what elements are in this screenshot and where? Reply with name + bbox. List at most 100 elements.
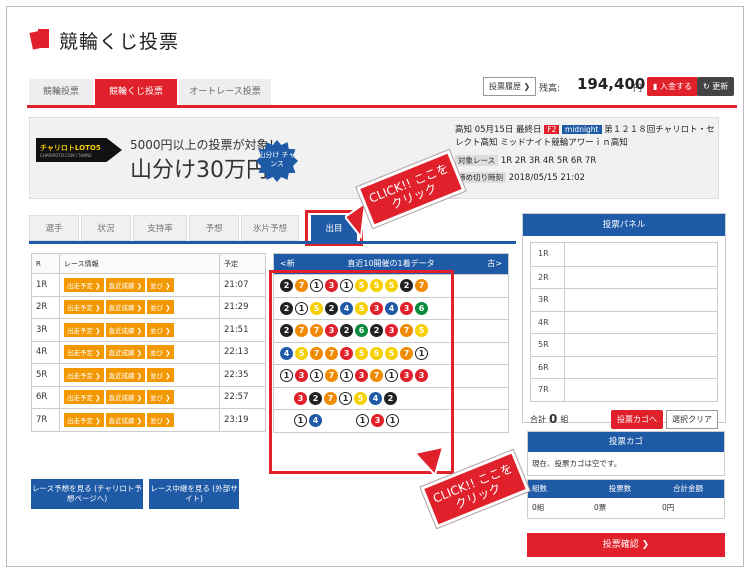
venue-date: 高知 05月15日 最終日	[455, 125, 542, 135]
clear-button[interactable]: 選択クリア	[666, 409, 718, 429]
race-action-button[interactable]: 出走予定 ❯	[64, 367, 104, 382]
tab-autorace[interactable]: オートレース投票	[179, 79, 271, 105]
race-action-button[interactable]: 出走予定 ❯	[64, 390, 104, 405]
total-label: 合計	[530, 414, 546, 424]
ticket-logo-icon	[29, 29, 49, 50]
race-number: 5R	[31, 363, 60, 387]
race-actions: 出走予定 ❯ 直近成績 ❯ 並び ❯	[59, 385, 220, 409]
race-action-button[interactable]: 直近成績 ❯	[105, 345, 146, 360]
refresh-label: 更新	[712, 82, 729, 91]
race-action-button[interactable]: 出走予定 ❯	[64, 300, 104, 315]
tab-keirin[interactable]: 競輪投票	[29, 79, 93, 105]
race-action-button[interactable]: 並び ❯	[147, 277, 174, 292]
col-votes: 投票数	[608, 484, 632, 493]
race-time: 22:13	[219, 340, 266, 364]
vote-panel-race: 6R	[531, 356, 565, 378]
vote-panel-race: 2R	[531, 266, 565, 288]
race-action-button[interactable]: 出走予定 ❯	[64, 322, 104, 337]
older-link[interactable]: 古>	[487, 254, 502, 274]
vote-slot[interactable]	[565, 267, 717, 289]
vote-slot[interactable]	[565, 243, 717, 266]
vote-panel-title: 投票パネル	[523, 214, 725, 236]
vote-panel: 投票パネル 1R 2R 3R 4R 5R 6R 7R 合計 0 組 投票カゴへ 選択クリア	[522, 213, 726, 429]
race-action-button[interactable]: 出走予定 ❯	[64, 412, 104, 427]
subtab-support[interactable]: 支持率	[133, 215, 187, 241]
page-title: 競輪くじ投票	[59, 31, 180, 53]
table-row: 3R 出走予定 ❯ 直近成績 ❯ 並び ❯ 21:51	[31, 318, 266, 342]
wallet-icon: ▮	[653, 82, 658, 91]
highlight-box-results	[269, 270, 454, 474]
race-number: 4R	[31, 340, 60, 364]
forecast-link-button[interactable]: レース予想を見る (チャリロト予想ページへ)	[31, 479, 143, 509]
vote-slot[interactable]	[565, 379, 717, 401]
race-action-button[interactable]: 直近成績 ❯	[105, 322, 146, 337]
vote-slot[interactable]	[565, 334, 717, 356]
race-time: 23:19	[219, 408, 266, 432]
confirm-button[interactable]: 投票確認 ❯	[527, 533, 725, 557]
table-row: 6R 出走予定 ❯ 直近成績 ❯ 並び ❯ 22:57	[31, 385, 266, 409]
vote-slot[interactable]	[565, 357, 717, 379]
subtab-hyohen[interactable]: 氷片予想	[241, 215, 299, 241]
race-number: 6R	[31, 385, 60, 409]
tab-underline	[27, 105, 737, 108]
race-action-button[interactable]: 直近成績 ❯	[105, 412, 146, 427]
vote-panel-row[interactable]: 2R	[531, 265, 717, 289]
race-action-button[interactable]: 並び ❯	[147, 322, 174, 337]
vote-panel-row[interactable]: 7R	[531, 378, 717, 401]
vote-panel-row[interactable]: 1R	[531, 243, 717, 266]
tab-keirin-kuji[interactable]: 競輪くじ投票	[95, 79, 177, 105]
live-link-button[interactable]: レース中継を見る (外部サイト)	[149, 479, 239, 509]
refresh-button[interactable]: ↻ 更新	[697, 77, 735, 96]
race-action-button[interactable]: 並び ❯	[147, 412, 174, 427]
subtab-status[interactable]: 状況	[81, 215, 131, 241]
vote-slot[interactable]	[565, 312, 717, 334]
race-action-button[interactable]: 並び ❯	[147, 345, 174, 360]
vote-panel-row[interactable]: 5R	[531, 333, 717, 356]
race-number: 1R	[31, 273, 60, 297]
race-action-button[interactable]: 並び ❯	[147, 300, 174, 315]
race-actions: 出走予定 ❯ 直近成績 ❯ 並び ❯	[59, 318, 220, 342]
race-action-button[interactable]: 直近成績 ❯	[105, 277, 146, 292]
race-actions: 出走予定 ❯ 直近成績 ❯ 並び ❯	[59, 273, 220, 297]
subtab-players[interactable]: 選手	[29, 215, 79, 241]
race-table: R レース情報 予定 1R 出走予定 ❯ 直近成績 ❯ 並び ❯ 21:07 2R 出走予定…	[31, 253, 266, 432]
vote-panel-race: 3R	[531, 289, 565, 311]
race-time: 22:57	[219, 385, 266, 409]
total-unit: 組	[560, 414, 569, 424]
race-action-button[interactable]: 直近成績 ❯	[105, 367, 146, 382]
window-frame: 競輪くじ投票 競輪投票 競輪くじ投票 オートレース投票 投票履歴 ❯ 残高: 1…	[6, 6, 744, 567]
vote-panel-row[interactable]: 3R	[531, 288, 717, 311]
subtab-underline	[29, 241, 516, 244]
race-actions: 出走予定 ❯ 直近成績 ❯ 並び ❯	[59, 340, 220, 364]
race-number: 2R	[31, 295, 60, 319]
cart-empty-text: 現在、投票カゴは空です。	[532, 459, 622, 468]
arrow-icon	[345, 203, 365, 240]
subtab-forecast[interactable]: 予想	[189, 215, 239, 241]
amount-value: 0円	[662, 503, 675, 512]
col-r: R	[31, 253, 60, 274]
vote-panel-row[interactable]: 6R	[531, 355, 717, 379]
vote-slot[interactable]	[565, 289, 717, 311]
vote-panel-race: 5R	[531, 334, 565, 356]
table-header: R レース情報 予定	[31, 253, 266, 274]
total-value: 0	[549, 412, 558, 426]
deposit-button[interactable]: ▮ 入金する	[647, 77, 698, 96]
race-time: 21:07	[219, 273, 266, 297]
vote-panel-row[interactable]: 4R	[531, 310, 717, 334]
table-row: 2R 出走予定 ❯ 直近成績 ❯ 並び ❯ 21:29	[31, 295, 266, 319]
race-action-button[interactable]: 並び ❯	[147, 367, 174, 382]
race-action-button[interactable]: 直近成績 ❯	[105, 300, 146, 315]
to-cart-button[interactable]: 投票カゴへ	[611, 409, 663, 429]
race-action-button[interactable]: 並び ❯	[147, 390, 174, 405]
history-button[interactable]: 投票履歴 ❯	[483, 77, 537, 96]
table-row: 4R 出走予定 ❯ 直近成績 ❯ 並び ❯ 22:13	[31, 340, 266, 364]
race-time: 21:29	[219, 295, 266, 319]
race-action-button[interactable]: 出走予定 ❯	[64, 277, 104, 292]
race-action-button[interactable]: 出走予定 ❯	[64, 345, 104, 360]
race-actions: 出走予定 ❯ 直近成績 ❯ 並び ❯	[59, 408, 220, 432]
midnight-tag: midnight	[562, 125, 602, 134]
race-time: 21:51	[219, 318, 266, 342]
deadline-value: 2018/05/15 21:02	[508, 173, 585, 183]
col-info: レース情報	[59, 253, 220, 274]
race-action-button[interactable]: 直近成績 ❯	[105, 390, 146, 405]
